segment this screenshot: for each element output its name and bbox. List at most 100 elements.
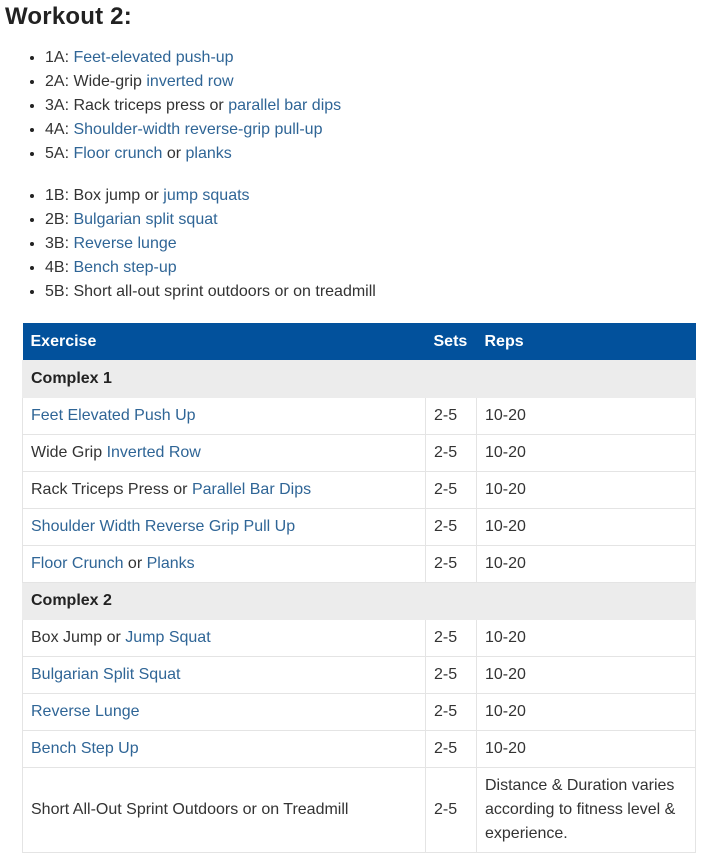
table-row: Rack Triceps Press or Parallel Bar Dips … xyxy=(22,471,696,509)
item-prefix: 4A: xyxy=(45,121,74,138)
exercise-link[interactable]: Reverse Lunge xyxy=(31,703,140,720)
exercise-link[interactable]: Bench step-up xyxy=(73,259,176,276)
exercise-cell: Short All-Out Sprint Outdoors or on Trea… xyxy=(22,767,426,853)
exercise-cell: Shoulder Width Reverse Grip Pull Up xyxy=(22,508,426,546)
exercise-cell: Rack Triceps Press or Parallel Bar Dips xyxy=(22,471,426,509)
reps-cell: Distance & Duration varies according to … xyxy=(476,767,696,853)
header-sets: Sets xyxy=(425,323,477,361)
reps-cell: 10-20 xyxy=(476,545,696,583)
group-row-complex-1: Complex 1 xyxy=(22,360,696,398)
list-item: 1B: Box jump or jump squats xyxy=(45,184,705,208)
table-row: Bulgarian Split Squat 2-5 10-20 xyxy=(22,656,696,694)
reps-cell: 10-20 xyxy=(476,730,696,768)
item-prefix: 3A: xyxy=(45,97,74,114)
sets-cell: 2-5 xyxy=(425,434,477,472)
table-row: Box Jump or Jump Squat 2-5 10-20 xyxy=(22,619,696,657)
article-content: Workout 2: 1A: Feet-elevated push-up 2A:… xyxy=(0,0,705,853)
exercise-link[interactable]: inverted row xyxy=(146,73,233,90)
reps-cell: 10-20 xyxy=(476,471,696,509)
list-item: 4A: Shoulder-width reverse-grip pull-up xyxy=(45,118,705,142)
sets-cell: 2-5 xyxy=(425,397,477,435)
sets-cell: 2-5 xyxy=(425,730,477,768)
item-prefix: 4B: xyxy=(45,259,74,276)
sets-cell: 2-5 xyxy=(425,656,477,694)
exercise-cell: Box Jump or Jump Squat xyxy=(22,619,426,657)
exercise-text: Rack Triceps Press or xyxy=(31,481,192,498)
exercise-link[interactable]: Shoulder-width reverse-grip pull-up xyxy=(73,121,322,138)
exercise-link[interactable]: planks xyxy=(186,145,232,162)
item-prefix: 3B: xyxy=(45,235,74,252)
exercise-link[interactable]: Shoulder Width Reverse Grip Pull Up xyxy=(31,518,295,535)
exercise-link[interactable]: Bulgarian split squat xyxy=(73,211,217,228)
exercise-text: Box Jump or xyxy=(31,629,126,646)
exercise-link[interactable]: Planks xyxy=(147,555,195,572)
exercise-cell: Feet Elevated Push Up xyxy=(22,397,426,435)
table-row: Floor Crunch or Planks 2-5 10-20 xyxy=(22,545,696,583)
exercise-link[interactable]: Feet Elevated Push Up xyxy=(31,407,196,424)
list-item: 5A: Floor crunch or planks xyxy=(45,142,705,166)
item-prefix: 1A: xyxy=(45,49,74,66)
exercise-link[interactable]: Parallel Bar Dips xyxy=(192,481,311,498)
header-exercise: Exercise xyxy=(22,323,426,361)
item-text: Short all-out sprint outdoors or on trea… xyxy=(73,283,376,300)
item-prefix: 2B: xyxy=(45,211,74,228)
group-label: Complex 1 xyxy=(22,360,696,398)
exercise-cell: Wide Grip Inverted Row xyxy=(22,434,426,472)
group-row-complex-2: Complex 2 xyxy=(22,582,696,620)
exercise-link[interactable]: Bulgarian Split Squat xyxy=(31,666,180,683)
list-item: 3A: Rack triceps press or parallel bar d… xyxy=(45,94,705,118)
exercise-link[interactable]: Floor Crunch xyxy=(31,555,123,572)
reps-cell: 10-20 xyxy=(476,397,696,435)
item-text: Box jump or xyxy=(73,187,164,204)
item-text: Wide-grip xyxy=(73,73,147,90)
exercise-link[interactable]: jump squats xyxy=(163,187,249,204)
exercise-text: or xyxy=(123,555,147,572)
list-item: 2A: Wide-grip inverted row xyxy=(45,70,705,94)
table-row: Bench Step Up 2-5 10-20 xyxy=(22,730,696,768)
list-item: 1A: Feet-elevated push-up xyxy=(45,46,705,70)
list-item: 3B: Reverse lunge xyxy=(45,232,705,256)
item-prefix: 5A: xyxy=(45,145,74,162)
item-prefix: 1B: xyxy=(45,187,74,204)
exercise-link[interactable]: Floor crunch xyxy=(73,145,162,162)
header-reps: Reps xyxy=(476,323,696,361)
sets-cell: 2-5 xyxy=(425,693,477,731)
table-row: Short All-Out Sprint Outdoors or on Trea… xyxy=(22,767,696,853)
table-row: Shoulder Width Reverse Grip Pull Up 2-5 … xyxy=(22,508,696,546)
reps-cell: 10-20 xyxy=(476,508,696,546)
exercise-list-b: 1B: Box jump or jump squats 2B: Bulgaria… xyxy=(5,184,705,304)
exercise-cell: Floor Crunch or Planks xyxy=(22,545,426,583)
exercise-cell: Reverse Lunge xyxy=(22,693,426,731)
table-row: Feet Elevated Push Up 2-5 10-20 xyxy=(22,397,696,435)
reps-cell: 10-20 xyxy=(476,693,696,731)
item-prefix: 2A: xyxy=(45,73,74,90)
exercise-list-a: 1A: Feet-elevated push-up 2A: Wide-grip … xyxy=(5,46,705,166)
exercise-link[interactable]: Bench Step Up xyxy=(31,740,139,757)
sets-cell: 2-5 xyxy=(425,508,477,546)
item-text: or xyxy=(162,145,186,162)
page-title: Workout 2: xyxy=(5,3,132,30)
exercise-link[interactable]: Feet-elevated push-up xyxy=(73,49,233,66)
reps-cell: 10-20 xyxy=(476,656,696,694)
exercise-text: Wide Grip xyxy=(31,444,107,461)
list-item: 4B: Bench step-up xyxy=(45,256,705,280)
table-row: Reverse Lunge 2-5 10-20 xyxy=(22,693,696,731)
exercise-link[interactable]: parallel bar dips xyxy=(228,97,341,114)
table-row: Wide Grip Inverted Row 2-5 10-20 xyxy=(22,434,696,472)
sets-cell: 2-5 xyxy=(425,471,477,509)
sets-cell: 2-5 xyxy=(425,767,477,853)
item-prefix: 5B: xyxy=(45,283,74,300)
reps-cell: 10-20 xyxy=(476,619,696,657)
table-header-row: Exercise Sets Reps xyxy=(22,323,696,361)
group-label: Complex 2 xyxy=(22,582,696,620)
sets-cell: 2-5 xyxy=(425,619,477,657)
list-item: 5B: Short all-out sprint outdoors or on … xyxy=(45,280,705,304)
exercise-link[interactable]: Inverted Row xyxy=(107,444,201,461)
list-item: 2B: Bulgarian split squat xyxy=(45,208,705,232)
exercise-link[interactable]: Jump Squat xyxy=(125,629,210,646)
exercise-text: Short All-Out Sprint Outdoors or on Trea… xyxy=(31,801,349,818)
exercise-link[interactable]: Reverse lunge xyxy=(73,235,176,252)
sets-cell: 2-5 xyxy=(425,545,477,583)
reps-cell: 10-20 xyxy=(476,434,696,472)
item-text: Rack triceps press or xyxy=(73,97,229,114)
